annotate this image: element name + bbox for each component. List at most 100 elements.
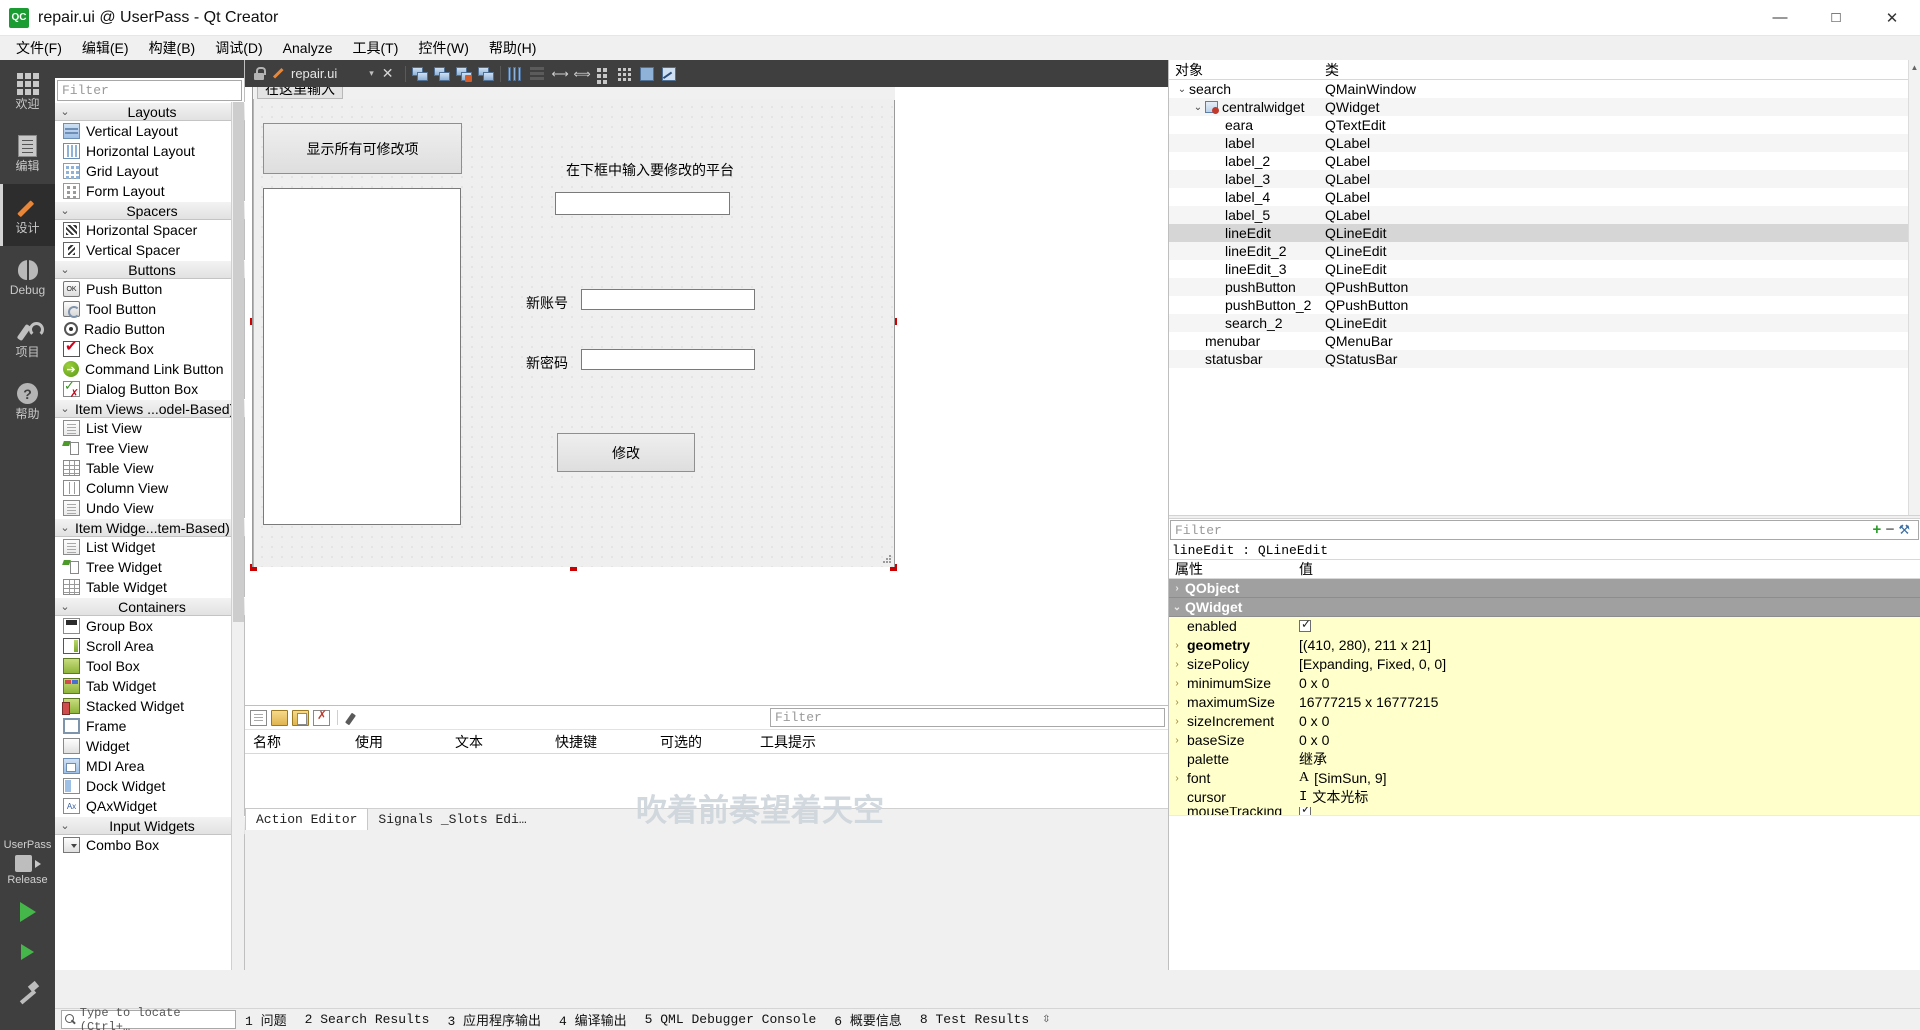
chevron-up-icon[interactable]: ▲	[1909, 60, 1920, 74]
property-value[interactable]: 0 x 0	[1293, 730, 1920, 750]
chevron-down-icon[interactable]: ⌄	[1191, 102, 1205, 113]
debug-button[interactable]	[0, 932, 55, 972]
widget-item-check-box[interactable]: Check Box	[55, 337, 245, 359]
minimize-button[interactable]: —	[1752, 0, 1808, 36]
status-item-general-messages[interactable]: 6 概要信息	[825, 1010, 911, 1029]
paste-action-icon[interactable]	[292, 709, 309, 726]
widget-item-table-view[interactable]: Table View	[55, 458, 245, 478]
form-widget-search_2[interactable]	[555, 192, 730, 215]
property-row-sizeIncrement[interactable]: › sizeIncrement 0 x 0	[1169, 711, 1920, 731]
widget-item-form-layout[interactable]: Form Layout	[55, 181, 245, 201]
property-value[interactable]: 0 x 0	[1293, 711, 1920, 731]
form-widget-eara[interactable]	[263, 188, 461, 525]
copy-action-icon[interactable]	[271, 709, 288, 726]
chevron-right-icon[interactable]: ›	[1169, 640, 1185, 651]
status-item-search-results[interactable]: 2 Search Results	[296, 1012, 439, 1027]
widget-item-undo-view[interactable]: Undo View	[55, 498, 245, 518]
widget-item-mdi-area[interactable]: MDI Area	[55, 756, 245, 776]
property-row-geometry[interactable]: › geometry [(410, 280), 211 x 21]	[1169, 635, 1920, 655]
form-widget-lineEdit[interactable]	[581, 289, 755, 310]
status-item-test-results[interactable]: 8 Test Results	[911, 1012, 1038, 1027]
form-widget-label[interactable]: 在下框中输入要修改的平台	[566, 160, 734, 180]
tab-action-editor[interactable]: Action Editor	[245, 808, 369, 830]
edit-widgets-button[interactable]	[410, 64, 430, 84]
chevron-right-icon[interactable]: ›	[1169, 773, 1185, 784]
form-widget-pushButton_2[interactable]: 修改	[557, 433, 695, 472]
menu-edit[interactable]: 编辑(E)	[72, 35, 139, 61]
mode-design[interactable]: 设计	[0, 184, 55, 246]
widget-category-layouts[interactable]: ⌄ Layouts	[55, 102, 245, 121]
widget-category-containers[interactable]: ⌄ Containers	[55, 597, 245, 616]
mode-welcome[interactable]: 欢迎	[0, 60, 55, 122]
menu-debug[interactable]: 调试(D)	[205, 35, 272, 61]
object-row-centralwidget[interactable]: ⌄ centralwidget QWidget	[1169, 98, 1920, 116]
form-canvas[interactable]: 在这里输入 显示所有可修改项 在下框中输入要修改的平台 新账号 新密码 修改	[245, 87, 1168, 705]
status-item-issues[interactable]: 1 问题	[236, 1010, 296, 1029]
object-row-menubar[interactable]: menubar QMenuBar	[1169, 332, 1920, 350]
menu-widgets[interactable]: 控件(W)	[408, 35, 479, 61]
maximize-button[interactable]: □	[1808, 0, 1864, 36]
chevron-right-icon[interactable]: ›	[1169, 716, 1185, 727]
widget-item-horizontal-spacer[interactable]: Horizontal Spacer	[55, 220, 245, 240]
object-row-search[interactable]: ⌄ search QMainWindow	[1169, 80, 1920, 98]
widget-item-stacked-widget[interactable]: Stacked Widget	[55, 696, 245, 716]
new-action-icon[interactable]	[250, 709, 267, 726]
close-icon[interactable]: ✕	[382, 65, 394, 82]
menu-tools[interactable]: 工具(T)	[342, 35, 408, 61]
widget-item-tool-box[interactable]: Tool Box	[55, 656, 245, 676]
status-item-qml-debugger-console[interactable]: 5 QML Debugger Console	[636, 1012, 826, 1027]
menu-build[interactable]: 构建(B)	[139, 35, 206, 61]
widget-category-item-widgets[interactable]: ⌄ Item Widge...tem-Based)	[55, 518, 245, 537]
widget-item-tree-widget[interactable]: Tree Widget	[55, 557, 245, 577]
property-value[interactable]: [SimSun, 9]	[1314, 770, 1386, 786]
widget-item-qaxwidget[interactable]: Ax QAxWidget	[55, 796, 245, 816]
layout-splitter-vertical-button[interactable]: ⟺	[571, 64, 591, 84]
panel-splitter[interactable]	[1169, 515, 1920, 519]
property-row-mouseTracking[interactable]: mouseTracking	[1169, 807, 1920, 816]
status-expand-icon[interactable]: ⇳	[1042, 1014, 1050, 1026]
widget-item-column-view[interactable]: Column View	[55, 478, 245, 498]
chevron-right-icon[interactable]: ›	[1169, 678, 1185, 689]
widget-category-spacers[interactable]: ⌄ Spacers	[55, 201, 245, 220]
widget-item-scroll-area[interactable]: Scroll Area	[55, 636, 245, 656]
property-filter-input[interactable]: Filter + − ⚒	[1170, 520, 1919, 540]
kit-selector[interactable]: UserPass Release	[0, 837, 55, 1012]
object-row-label_4[interactable]: label_4 QLabel	[1169, 188, 1920, 206]
widget-item-push-button[interactable]: OK Push Button	[55, 279, 245, 299]
widget-box-filter-input[interactable]: Filter	[57, 80, 242, 101]
property-row-cursor[interactable]: cursor I 文本光标	[1169, 787, 1920, 807]
widget-item-vertical-layout[interactable]: Vertical Layout	[55, 121, 245, 141]
form-widget-label_3[interactable]: 新密码	[526, 353, 568, 373]
add-property-button[interactable]: +	[1872, 522, 1881, 539]
property-row-baseSize[interactable]: › baseSize 0 x 0	[1169, 730, 1920, 750]
lock-icon[interactable]	[251, 66, 267, 82]
widget-item-combo-box[interactable]: Combo Box	[55, 835, 245, 855]
property-row-enabled[interactable]: enabled	[1169, 616, 1920, 636]
object-row-pushButton_2[interactable]: pushButton_2 QPushButton	[1169, 296, 1920, 314]
status-item-compile-output[interactable]: 4 编译输出	[550, 1010, 636, 1029]
widget-item-table-widget[interactable]: Table Widget	[55, 577, 245, 597]
property-group-qobject[interactable]: › QObject	[1169, 579, 1920, 598]
build-button[interactable]	[0, 972, 55, 1012]
widget-box-scrollbar[interactable]	[231, 102, 244, 970]
widget-item-group-box[interactable]: Group Box	[55, 616, 245, 636]
layout-grid-button[interactable]	[615, 64, 635, 84]
object-row-lineEdit_3[interactable]: lineEdit_3 QLineEdit	[1169, 260, 1920, 278]
widget-category-input-widgets[interactable]: ⌄ Input Widgets	[55, 816, 245, 835]
object-row-label_2[interactable]: label_2 QLabel	[1169, 152, 1920, 170]
object-row-label[interactable]: label QLabel	[1169, 134, 1920, 152]
editor-tab-repair-ui[interactable]: repair.ui	[267, 60, 348, 87]
property-row-palette[interactable]: palette 继承	[1169, 749, 1920, 769]
form-widget-pushButton[interactable]: 显示所有可修改项	[263, 123, 462, 174]
widget-item-dock-widget[interactable]: Dock Widget	[55, 776, 245, 796]
property-row-minimumSize[interactable]: › minimumSize 0 x 0	[1169, 673, 1920, 693]
property-value[interactable]: 文本光标	[1312, 787, 1368, 807]
form-resize-grip[interactable]	[882, 555, 892, 565]
property-value[interactable]: [Expanding, Fixed, 0, 0]	[1293, 654, 1920, 674]
chevron-right-icon[interactable]: ›	[1169, 697, 1185, 708]
chevron-right-icon[interactable]: ›	[1169, 659, 1185, 670]
chevron-down-icon[interactable]: ⌄	[1175, 84, 1189, 95]
delete-action-icon[interactable]	[313, 708, 330, 726]
edit-tab-order-button[interactable]	[476, 64, 496, 84]
widget-item-vertical-spacer[interactable]: Vertical Spacer	[55, 240, 245, 260]
